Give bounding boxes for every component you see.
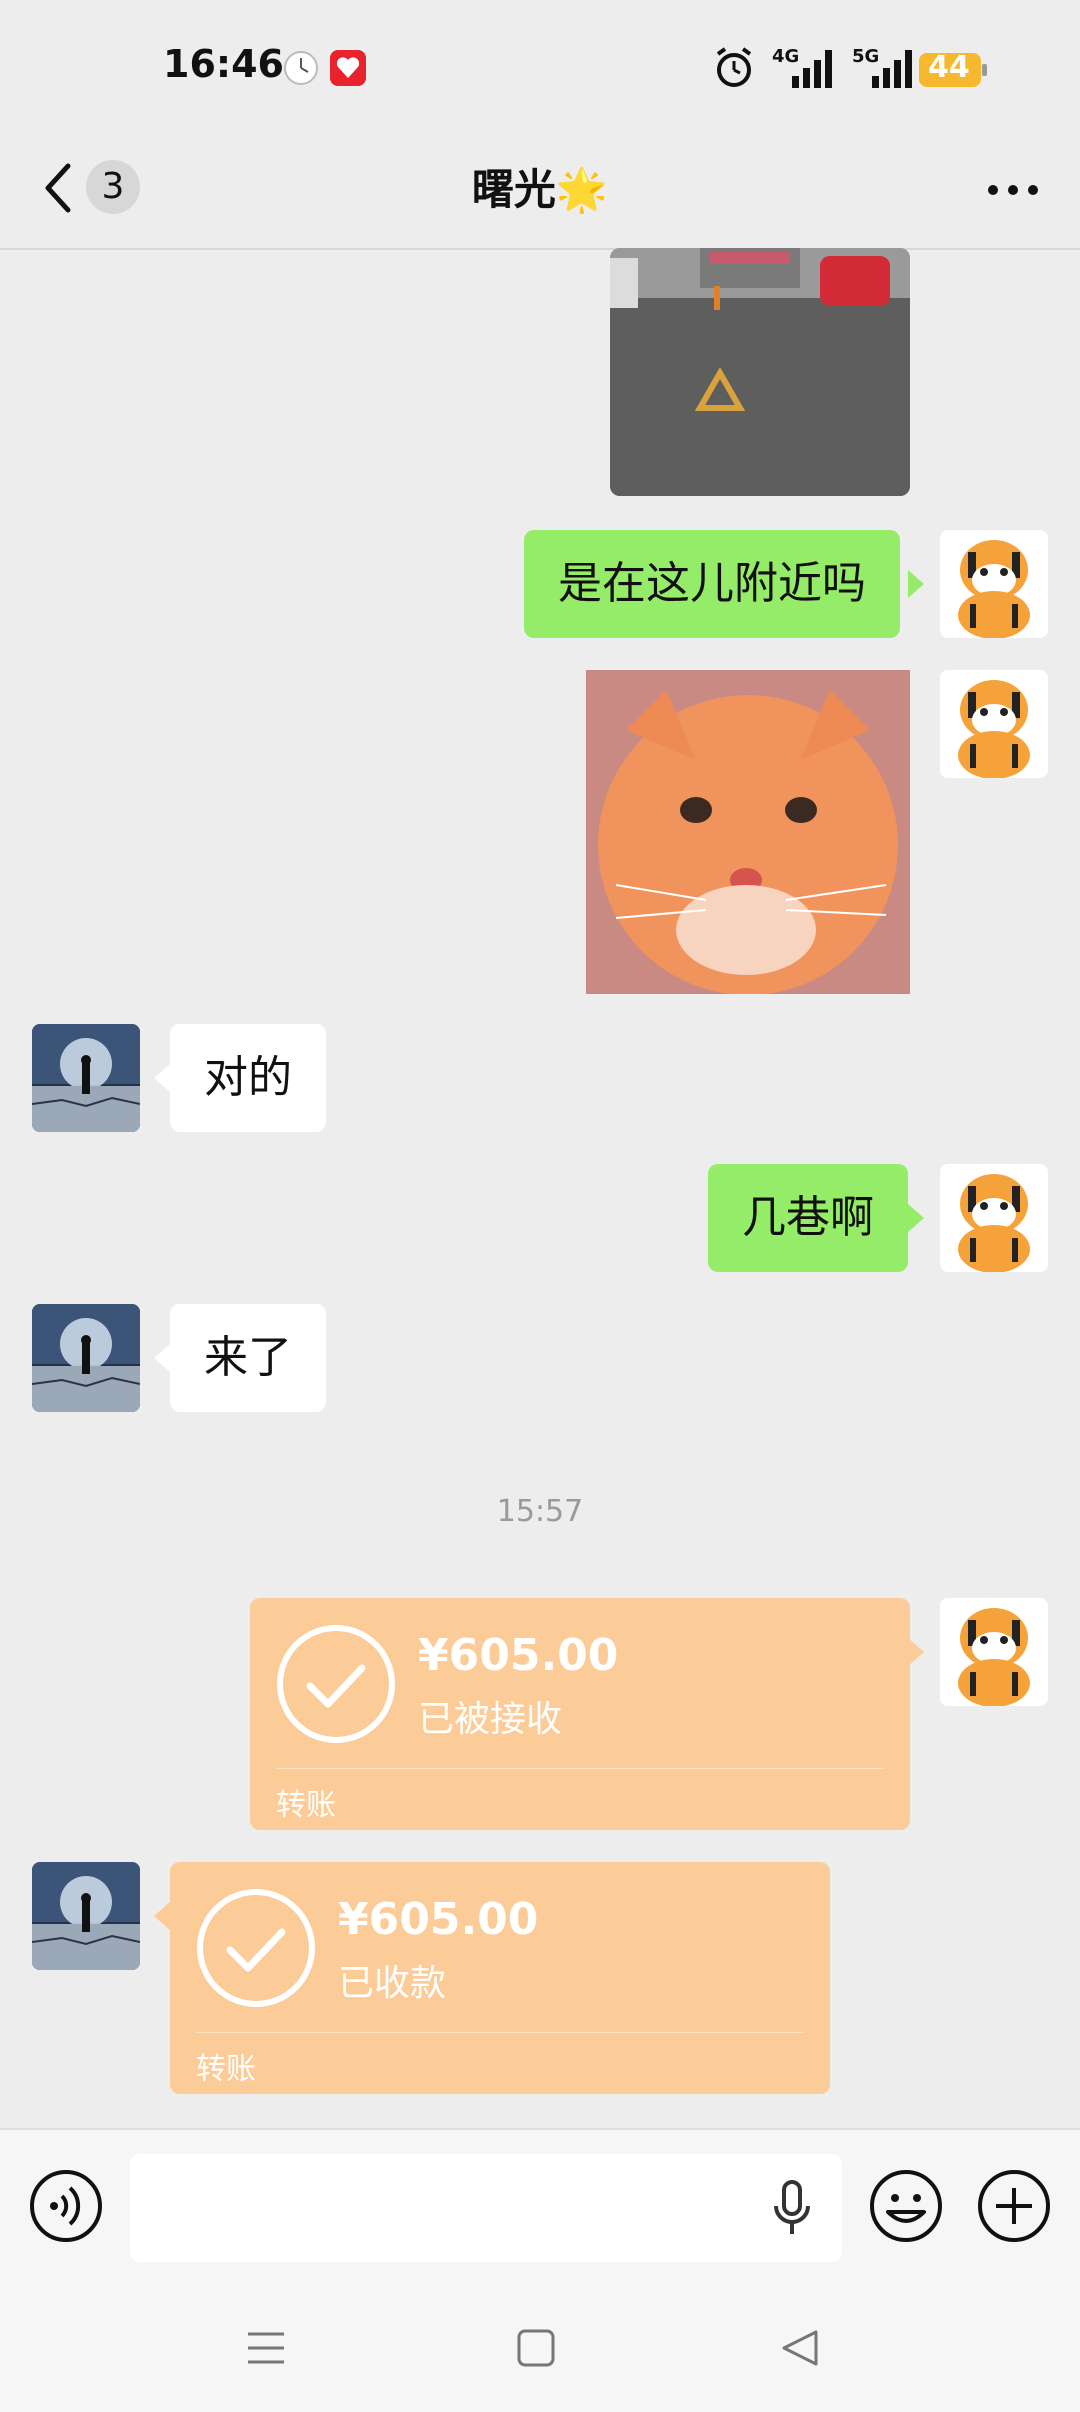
transfer-card-received[interactable]: ¥605.00 已收款 转账 (170, 1862, 830, 2094)
photo-message-street[interactable] (610, 248, 910, 496)
battery-icon: 44 (918, 50, 988, 88)
bubble-tail (154, 1902, 170, 1930)
bubble-tail (154, 1064, 170, 1092)
battery-level: 44 (928, 50, 970, 85)
transfer-status: 已收款 (338, 1963, 447, 2004)
network-label-4g: 4G (772, 46, 800, 67)
check-circle-icon (196, 1888, 316, 2008)
message-input[interactable] (130, 2154, 842, 2262)
network-label-5g: 5G (852, 46, 880, 67)
back-nav-icon[interactable] (780, 2328, 820, 2368)
voice-icon[interactable] (28, 2168, 104, 2244)
transfer-amount: ¥605.00 (418, 1630, 619, 1681)
transfer-label: 转账 (196, 2052, 256, 2087)
status-bar: 16:46 4G 5G 44 (0, 0, 1080, 130)
avatar-contact[interactable] (32, 1024, 140, 1132)
avatar-self[interactable] (940, 670, 1048, 778)
plus-icon[interactable] (976, 2168, 1052, 2244)
status-time: 16:46 (163, 42, 284, 86)
transfer-card-sent[interactable]: ¥605.00 已被接收 转账 (250, 1598, 910, 1830)
transfer-amount: ¥605.00 (338, 1894, 539, 1945)
app-badge-icon (330, 50, 366, 86)
mic-icon[interactable] (770, 2180, 814, 2236)
avatar-contact[interactable] (32, 1862, 140, 1970)
transfer-divider (276, 1768, 884, 1769)
home-icon[interactable] (516, 2328, 556, 2368)
chat-header: 3 曙光🌟 (0, 130, 1080, 250)
avatar-self[interactable] (940, 530, 1048, 638)
incoming-message-bubble[interactable]: 对的 (170, 1024, 326, 1132)
bubble-tail (908, 1204, 924, 1232)
chat-message-list[interactable]: 是在这儿附近吗 对的 几巷啊 来了 15:57 ¥605.00 已被接收 转账 … (0, 248, 1080, 2128)
menu-icon[interactable] (246, 2328, 286, 2368)
alarm-icon (714, 46, 754, 90)
chat-title: 曙光🌟 (471, 165, 609, 214)
transfer-status: 已被接收 (418, 1699, 563, 1740)
bubble-tail (908, 1638, 924, 1666)
check-circle-icon (276, 1624, 396, 1744)
bubble-tail (154, 1344, 170, 1372)
avatar-self[interactable] (940, 1598, 1048, 1706)
message-input-bar (0, 2128, 1080, 2286)
signal-4g-icon: 4G (770, 46, 840, 90)
avatar-contact[interactable] (32, 1304, 140, 1412)
bubble-tail (908, 570, 924, 598)
avatar-self[interactable] (940, 1164, 1048, 1272)
more-options-icon[interactable] (986, 182, 1040, 196)
transfer-divider (196, 2032, 804, 2033)
incoming-message-bubble[interactable]: 来了 (170, 1304, 326, 1412)
system-nav-bar (0, 2284, 1080, 2412)
photo-message-cat[interactable] (586, 670, 910, 994)
outgoing-message-bubble[interactable]: 是在这儿附近吗 (524, 530, 900, 638)
message-timestamp: 15:57 (496, 1494, 584, 1529)
outgoing-message-bubble[interactable]: 几巷啊 (708, 1164, 908, 1272)
clock-icon (283, 50, 319, 86)
emoji-icon[interactable] (868, 2168, 944, 2244)
transfer-label: 转账 (276, 1788, 336, 1823)
signal-5g-icon: 5G (850, 46, 920, 90)
